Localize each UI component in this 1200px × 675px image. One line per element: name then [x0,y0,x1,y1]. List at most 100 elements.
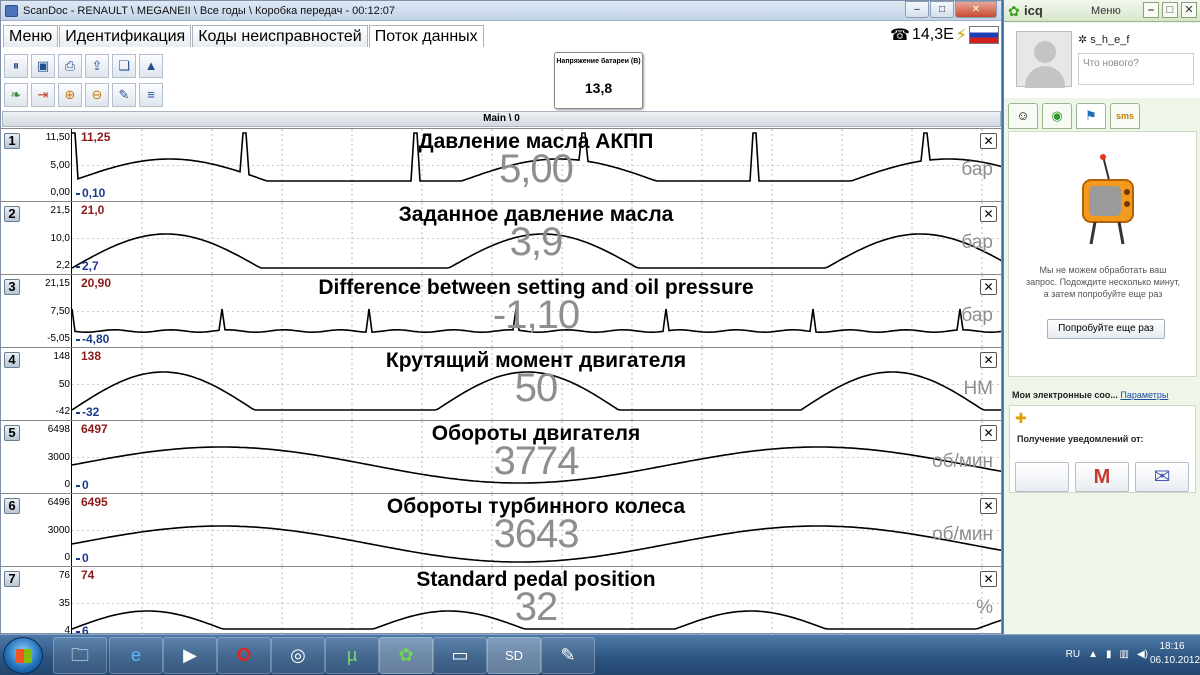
russia-flag-icon[interactable] [969,26,999,44]
scale-mid: 5,00 [50,160,70,171]
panel-title: Заданное давление масла [398,203,674,226]
toolbar-row-2: ❧ ⇥ ⊕ ⊖ ✎ ≡ [4,83,166,107]
open-icon[interactable]: ❏ [112,54,136,78]
pause-icon[interactable]: ⏸ [4,54,28,78]
panel-title: Standard pedal position [416,568,656,591]
export-icon[interactable]: ⇪ [85,54,109,78]
leaf-icon[interactable]: ❧ [4,83,28,107]
add-account-icon[interactable]: ✚ [1015,410,1031,426]
chart-icon[interactable]: ▲ [139,54,163,78]
icq-title-bar: ✿ icq Меню – □ ✕ [1004,0,1200,22]
utorrent-icon[interactable]: µ [325,637,379,674]
maximize-button[interactable]: □ [930,1,954,18]
close-panel-button[interactable]: ✕ [980,352,997,368]
opera-icon[interactable]: O [217,637,271,674]
close-panel-button[interactable]: ✕ [980,425,997,441]
zoom-out-icon[interactable]: ⊖ [85,83,109,107]
media-player-icon[interactable]: ▶ [163,637,217,674]
sms-icon[interactable]: sms [1110,103,1140,129]
scale-bottom: -5,05 [47,333,70,344]
battery-icon[interactable]: ▮ [1106,649,1112,660]
plug-icon: ⚡ [955,27,967,44]
volume-icon[interactable]: ◀) [1137,649,1148,660]
panel-title: Обороты турбинного колеса [386,495,686,518]
list-icon[interactable]: ≡ [139,83,163,107]
panel-unit: об/мин [932,524,993,545]
min-value: 0 [76,551,89,565]
retry-button[interactable]: Попробуйте еще раз [1047,319,1165,339]
graph-panel-7: 7 76 35 4 74 6 32 Standard pedal position% ✕ [1,566,1001,640]
panel-number[interactable]: 1 [4,133,20,149]
panel-number[interactable]: 5 [4,425,20,441]
online-status-icon[interactable]: ◉ [1042,103,1072,129]
icq-app-name: icq [1024,3,1043,18]
icq-close-button[interactable]: ✕ [1181,2,1197,18]
yahoo-mail-icon[interactable]: ✉ [1135,462,1189,492]
title-bar: ScanDoc - RENAULT \ MEGANEII \ Все годы … [1,1,1001,21]
close-panel-button[interactable]: ✕ [980,571,997,587]
scale-top: 76 [58,570,70,581]
scale-bottom: 0 [64,479,70,490]
monitor-icon[interactable]: ▭ [433,637,487,674]
start-button[interactable] [3,637,43,674]
paint-icon[interactable]: ✎ [541,637,595,674]
scandoc-window: ScanDoc - RENAULT \ MEGANEII \ Все годы … [0,0,1002,640]
status-input[interactable]: Что нового? [1078,53,1194,85]
panel-number[interactable]: 2 [4,206,20,222]
scale-mid: 3000 [47,452,70,463]
scale-mid: 50 [58,379,70,390]
panel-number[interactable]: 4 [4,352,20,368]
icq-maximize-button[interactable]: □ [1162,2,1178,18]
voltage-readout: 14,3Е [911,26,954,43]
avatar[interactable] [1016,31,1072,88]
username[interactable]: ✲ s_h_e_f [1078,33,1129,46]
close-button[interactable]: ✕ [955,1,997,18]
minimize-button[interactable]: – [905,1,929,18]
icq-menu[interactable]: Меню [1091,0,1121,22]
exit-icon[interactable]: ⇥ [31,83,55,107]
mail-account-button-1[interactable] [1015,462,1069,492]
save-icon[interactable]: ▣ [31,54,55,78]
icq-minimize-button[interactable]: – [1143,2,1159,18]
scale-top: 21,5 [50,205,70,216]
scandoc-taskbar-icon[interactable]: SD [487,637,541,674]
panel-unit: об/мин [932,451,993,472]
scale-mid: 3000 [47,525,70,536]
print-icon[interactable]: ⎙ [58,54,82,78]
graph-panel-2: 2 21,5 10,0 2,2 21,0 2,7 3,9 Заданное давление … [1,201,1001,275]
clock[interactable]: 18:16 06.10.2012 [1150,640,1200,668]
contacts-icon[interactable]: ☺ [1008,103,1038,129]
tab-identification[interactable]: Идентификация [59,25,192,47]
tab-menu[interactable]: Меню [3,25,59,47]
scale-bottom: 0,00 [50,187,70,198]
gmail-icon[interactable]: M [1075,462,1129,492]
ie-icon[interactable]: e [109,637,163,674]
explorer-icon[interactable]: 🗀 [53,637,107,674]
tray-arrow-icon[interactable]: ▲ [1088,649,1098,660]
close-panel-button[interactable]: ✕ [980,206,997,222]
icq-taskbar-icon[interactable]: ✿ [379,637,433,674]
panel-title: Difference between setting and oil press… [318,276,754,299]
cursor-icon[interactable]: ✎ [112,83,136,107]
mail-params-link[interactable]: Параметры [1120,390,1168,400]
scale-top: 6496 [47,497,70,508]
chrome-icon[interactable]: ◎ [271,637,325,674]
icq-tabs: ☺ ◉ ⚑ sms [1008,103,1140,129]
zoom-in-icon[interactable]: ⊕ [58,83,82,107]
close-panel-button[interactable]: ✕ [980,498,997,514]
language-indicator[interactable]: RU [1066,649,1080,660]
icq-flower-icon: ✿ [1008,3,1020,19]
close-panel-button[interactable]: ✕ [980,133,997,149]
tab-fault-codes[interactable]: Коды неисправностей [192,25,368,47]
panel-number[interactable]: 3 [4,279,20,295]
close-panel-button[interactable]: ✕ [980,279,997,295]
toolbar-row-1: ⏸ ▣ ⎙ ⇪ ❏ ▲ [4,54,166,78]
flag-icon[interactable]: ⚑ [1076,103,1106,129]
tab-data-stream[interactable]: Поток данных [368,25,484,47]
scale-top: 148 [53,351,70,362]
network-icon[interactable]: ▥ [1120,649,1129,660]
panel-title: Обороты двигателя [431,422,641,445]
scale-bottom: 2,2 [56,260,70,271]
panel-number[interactable]: 6 [4,498,20,514]
panel-number[interactable]: 7 [4,571,20,587]
